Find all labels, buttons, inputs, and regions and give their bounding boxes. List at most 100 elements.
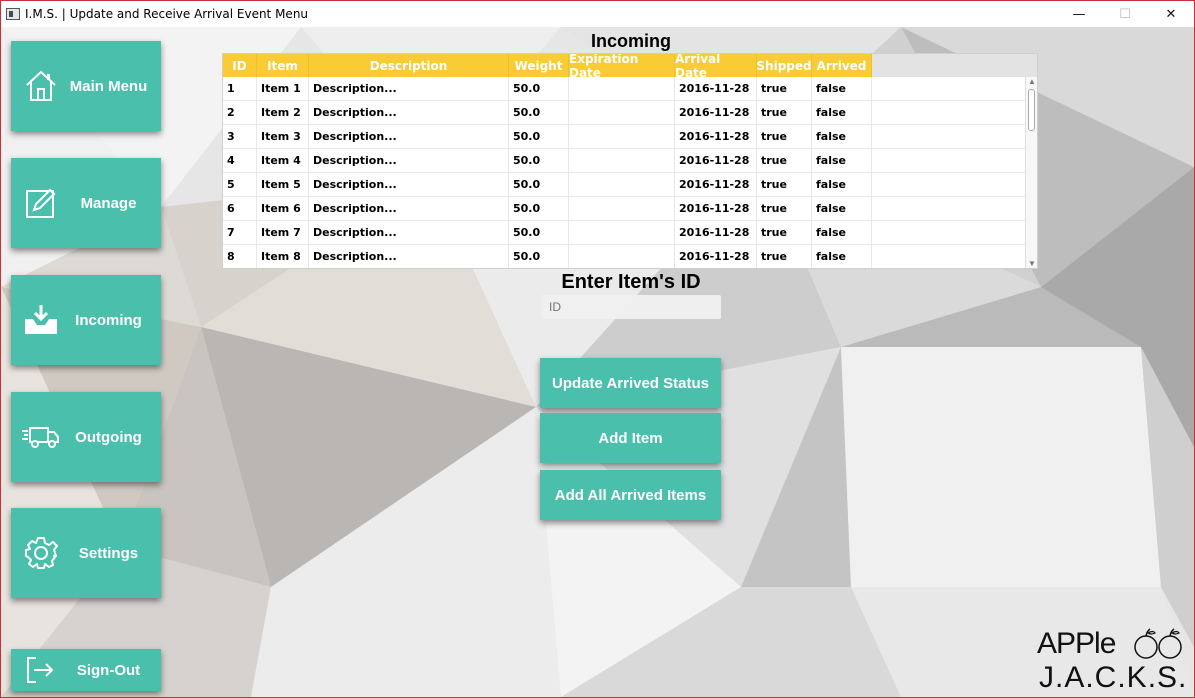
sidebar-item-incoming[interactable]: Incoming (11, 275, 161, 365)
table-cell: true (757, 125, 812, 148)
apples-icon (1134, 628, 1182, 659)
sidebar-item-manage[interactable]: Manage (11, 158, 161, 248)
maximize-button[interactable]: ☐ (1102, 1, 1148, 27)
table-cell: Item 5 (257, 173, 309, 196)
scroll-down-arrow-icon[interactable]: ▼ (1026, 259, 1037, 268)
delivery-truck-icon (16, 412, 66, 462)
page-title: Incoming (591, 31, 671, 51)
table-cell: Description... (309, 221, 509, 244)
table-cell: true (757, 245, 812, 268)
table-row[interactable]: 7 Item 7 Description... 50.0 2016-11-28 true f… (223, 221, 1027, 245)
table-body: 1 Item 1 Description... 50.0 2016-11-28 true f… (223, 77, 1027, 268)
table-cell: Description... (309, 101, 509, 124)
incoming-table: ID Item Description Weight Expiration Date Ar… (222, 53, 1038, 269)
home-icon (16, 61, 66, 111)
table-cell: Description... (309, 197, 509, 220)
table-cell: 3 (223, 125, 257, 148)
table-cell: 50.0 (509, 125, 569, 148)
table-cell: 50.0 (509, 245, 569, 268)
table-cell: false (812, 245, 872, 268)
table-cell: Description... (309, 245, 509, 268)
table-cell (569, 77, 675, 100)
table-cell: 8 (223, 245, 257, 268)
table-cell: Item 1 (257, 77, 309, 100)
table-cell: 2016-11-28 (675, 101, 757, 124)
table-cell: 2016-11-28 (675, 77, 757, 100)
minimize-button[interactable]: — (1056, 1, 1102, 27)
title-bar: I.M.S. | Update and Receive Arrival Even… (1, 1, 1194, 27)
column-header[interactable]: ID (223, 54, 257, 77)
scrollbar-thumb[interactable] (1028, 89, 1035, 131)
window-title: I.M.S. | Update and Receive Arrival Even… (25, 7, 309, 21)
table-cell: Description... (309, 77, 509, 100)
table-cell: Description... (309, 173, 509, 196)
table-cell: Item 8 (257, 245, 309, 268)
table-row[interactable]: 4 Item 4 Description... 50.0 2016-11-28 true f… (223, 149, 1027, 173)
table-cell: Item 7 (257, 221, 309, 244)
column-header[interactable]: Weight (509, 54, 569, 77)
column-header[interactable]: Expiration Date (569, 54, 675, 80)
close-button[interactable]: ✕ (1148, 1, 1194, 27)
table-cell: 4 (223, 149, 257, 172)
table-header: ID Item Description Weight Expiration Date Ar… (223, 54, 1037, 80)
add-all-arrived-items-button[interactable]: Add All Arrived Items (540, 470, 721, 520)
table-cell: 2016-11-28 (675, 197, 757, 220)
table-cell: 50.0 (509, 197, 569, 220)
table-cell: 2 (223, 101, 257, 124)
logo-line-2: J.A.C.K.S. (1039, 661, 1188, 694)
table-cell (569, 101, 675, 124)
table-cell: 1 (223, 77, 257, 100)
sidebar-item-label: Incoming (75, 311, 142, 329)
table-cell: false (812, 173, 872, 196)
table-cell: 2016-11-28 (675, 221, 757, 244)
update-arrived-status-button[interactable]: Update Arrived Status (540, 358, 721, 408)
table-cell: 5 (223, 173, 257, 196)
table-cell (569, 149, 675, 172)
column-header[interactable]: Shipped (756, 54, 812, 77)
sidebar-item-main-menu[interactable]: Main Menu (11, 41, 161, 131)
table-row[interactable]: 2 Item 2 Description... 50.0 2016-11-28 true f… (223, 101, 1027, 125)
table-cell: false (812, 149, 872, 172)
table-row[interactable]: 8 Item 8 Description... 50.0 2016-11-28 true f… (223, 245, 1027, 268)
column-header[interactable]: Arrived (812, 54, 872, 77)
table-cell: 2016-11-28 (675, 173, 757, 196)
enter-id-label: Enter Item's ID (561, 271, 701, 293)
sidebar-item-sign-out[interactable]: Sign-Out (11, 649, 161, 691)
column-header[interactable]: Item (257, 54, 309, 77)
gear-icon (16, 528, 66, 578)
table-cell: true (757, 221, 812, 244)
table-cell: Item 6 (257, 197, 309, 220)
table-cell: false (812, 101, 872, 124)
table-cell: 50.0 (509, 77, 569, 100)
table-cell: Item 4 (257, 149, 309, 172)
table-cell: true (757, 77, 812, 100)
table-row[interactable]: 6 Item 6 Description... 50.0 2016-11-28 true f… (223, 197, 1027, 221)
edit-icon (16, 178, 66, 228)
item-id-input[interactable] (541, 295, 721, 319)
scroll-up-arrow-icon[interactable]: ▲ (1026, 77, 1037, 87)
sidebar-item-label: Manage (80, 194, 137, 212)
table-scrollbar[interactable]: ▲ ▼ (1025, 77, 1037, 268)
add-item-button[interactable]: Add Item (540, 413, 721, 463)
apple-jacks-logo: APPle J.A.C.K.S. (1037, 627, 1187, 697)
table-cell: false (812, 125, 872, 148)
table-row[interactable]: 5 Item 5 Description... 50.0 2016-11-28 true f… (223, 173, 1027, 197)
table-cell (569, 245, 675, 268)
table-cell: 6 (223, 197, 257, 220)
column-header[interactable]: Description (309, 54, 509, 77)
table-cell: 50.0 (509, 149, 569, 172)
table-cell: 50.0 (509, 173, 569, 196)
column-header[interactable]: Arrival Date (675, 54, 757, 80)
table-cell: 2016-11-28 (675, 245, 757, 268)
table-row[interactable]: 3 Item 3 Description... 50.0 2016-11-28 true f… (223, 125, 1027, 149)
table-cell: 2016-11-28 (675, 125, 757, 148)
table-cell: Description... (309, 125, 509, 148)
sidebar-item-outgoing[interactable]: Outgoing (11, 392, 161, 482)
table-cell: true (757, 149, 812, 172)
table-row[interactable]: 1 Item 1 Description... 50.0 2016-11-28 true f… (223, 77, 1027, 101)
logo-line-1: APPle (1037, 627, 1116, 660)
sidebar-item-settings[interactable]: Settings (11, 508, 161, 598)
table-cell (569, 221, 675, 244)
table-cell: false (812, 221, 872, 244)
table-cell: false (812, 197, 872, 220)
